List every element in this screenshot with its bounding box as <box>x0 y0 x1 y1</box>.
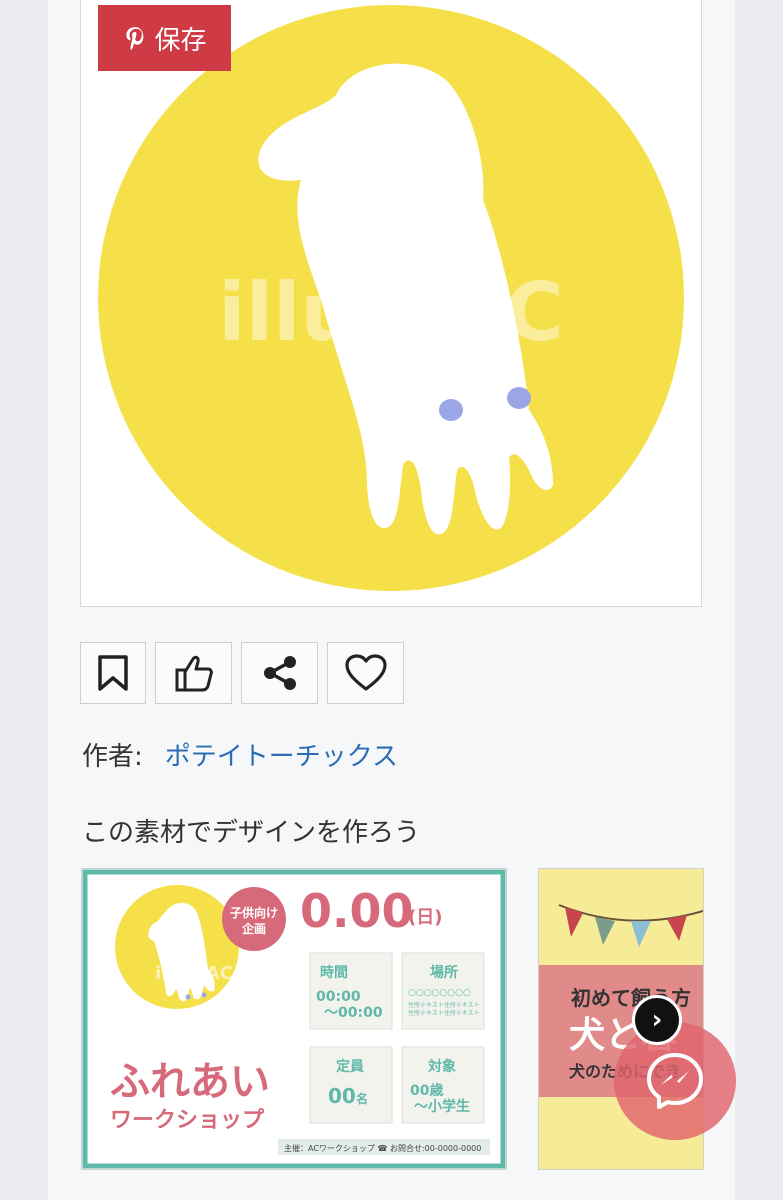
watermark: illustAC <box>218 266 564 359</box>
author-link[interactable]: ポテイトーチックス <box>165 742 398 772</box>
design-template-card-workshop[interactable]: illustAC 子供向け 企画 0.00 (日) 時間 00:00 〜00:0… <box>81 868 507 1170</box>
heart-icon <box>344 654 387 691</box>
capacity-value: 00 <box>328 1084 356 1108</box>
main-illustration[interactable]: illustAC <box>80 0 702 607</box>
event-day: (日) <box>408 907 442 928</box>
pinterest-icon <box>126 27 144 51</box>
place-text-2: 住所テキスト住所テキスト <box>408 1009 480 1017</box>
bookmark-icon <box>98 655 128 691</box>
author-line: 作者: ポテイトーチックス <box>82 736 398 773</box>
workshop-title: ふれあい <box>110 1059 270 1105</box>
design-prompt: この素材でデザインを作ろう <box>82 818 421 848</box>
squid-illustration: illustAC <box>98 5 684 591</box>
flyer-footer: 主催：ACワークショップ ☎ お問合せ:00-0000-0000 <box>284 1143 481 1153</box>
badge-line-1: 子供向け <box>230 905 278 920</box>
workshop-flyer: illustAC 子供向け 企画 0.00 (日) 時間 00:00 〜00:0… <box>82 869 506 1169</box>
save-label: 保存 <box>154 25 207 56</box>
place-value: ○○○○○○○○ <box>408 988 471 998</box>
messenger-icon <box>647 1053 703 1109</box>
time-label: 時間 <box>320 964 348 981</box>
action-bar <box>80 642 404 704</box>
chat-fab-button[interactable] <box>614 1022 736 1140</box>
capacity-unit: 名 <box>356 1091 368 1106</box>
chevron-right-icon: › <box>651 1005 663 1035</box>
target-value-2: 〜小学生 <box>414 1098 470 1115</box>
time-value-1: 00:00 <box>316 989 361 1005</box>
watermark: illustAC <box>155 963 233 984</box>
like-button[interactable] <box>155 642 232 704</box>
workshop-subtitle: ワークショップ <box>110 1108 265 1133</box>
target-value-1: 00歳 <box>410 1082 443 1099</box>
share-icon <box>263 656 296 690</box>
thumbs-up-icon <box>175 655 213 692</box>
capacity-label: 定員 <box>336 1058 364 1075</box>
share-button[interactable] <box>241 642 318 704</box>
badge-line-2: 企画 <box>241 921 266 936</box>
bookmark-button[interactable] <box>80 642 146 704</box>
author-label: 作者: <box>82 742 143 772</box>
time-value-2: 〜00:00 <box>324 1005 383 1021</box>
place-label: 場所 <box>430 964 458 981</box>
event-date: 0.00 <box>300 884 414 938</box>
pinterest-save-button[interactable]: 保存 <box>98 5 231 71</box>
favorite-button[interactable] <box>327 642 404 704</box>
target-label: 対象 <box>427 1058 456 1075</box>
place-text-1: 住所テキスト住所テキスト <box>408 1001 480 1009</box>
carousel-next-button[interactable]: › <box>632 995 682 1045</box>
